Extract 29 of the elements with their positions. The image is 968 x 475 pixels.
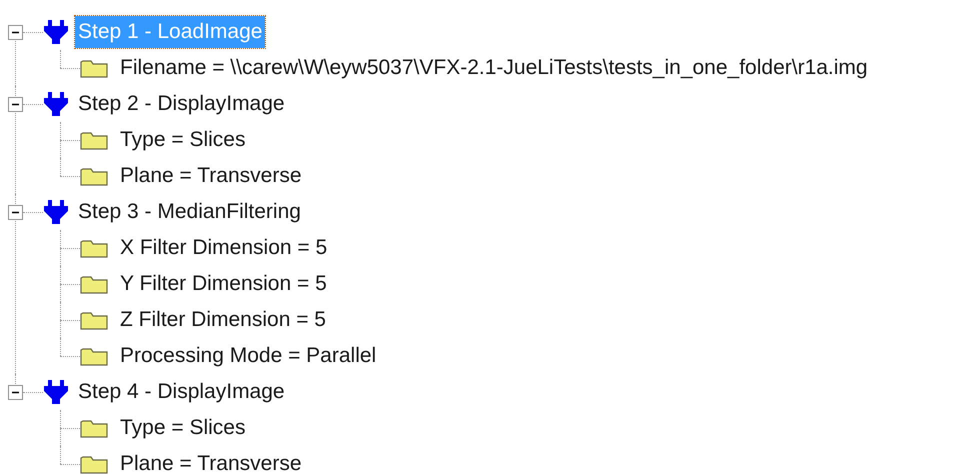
folder-icon	[80, 274, 108, 294]
folder-icon	[80, 238, 108, 258]
plug-icon	[43, 20, 69, 44]
parameter-item[interactable]: Processing Mode = Parallel	[120, 340, 376, 372]
parameter-item[interactable]: Y Filter Dimension = 5	[120, 268, 327, 300]
parameter-item[interactable]: Filename = \\carew\W\eyw5037\VFX-2.1-JueLiTests\tests_in_one_folder\r1a.img	[120, 52, 868, 84]
collapse-icon[interactable]	[8, 24, 23, 40]
folder-icon	[80, 346, 108, 366]
folder-icon	[80, 58, 108, 78]
parameter-item[interactable]: Plane = Transverse	[120, 160, 302, 192]
parameter-item[interactable]: Plane = Transverse	[120, 448, 302, 475]
parameter-item[interactable]: Type = Slices	[120, 124, 246, 156]
folder-icon	[80, 130, 108, 150]
collapse-icon[interactable]	[8, 96, 23, 112]
collapse-icon[interactable]	[8, 384, 23, 400]
folder-icon	[80, 454, 108, 474]
parameter-item[interactable]: Z Filter Dimension = 5	[120, 304, 326, 336]
folder-icon	[80, 418, 108, 438]
folder-icon	[80, 166, 108, 186]
step-item[interactable]: Step 4 - DisplayImage	[75, 376, 288, 408]
plug-icon	[43, 200, 69, 224]
plug-icon	[43, 92, 69, 116]
folder-icon	[80, 310, 108, 330]
collapse-icon[interactable]	[8, 204, 23, 220]
parameter-item[interactable]: Type = Slices	[120, 412, 246, 444]
step-item[interactable]: Step 2 - DisplayImage	[75, 88, 288, 120]
parameter-item[interactable]: X Filter Dimension = 5	[120, 232, 328, 264]
step-item[interactable]: Step 3 - MedianFiltering	[75, 196, 304, 228]
plug-icon	[43, 380, 69, 404]
